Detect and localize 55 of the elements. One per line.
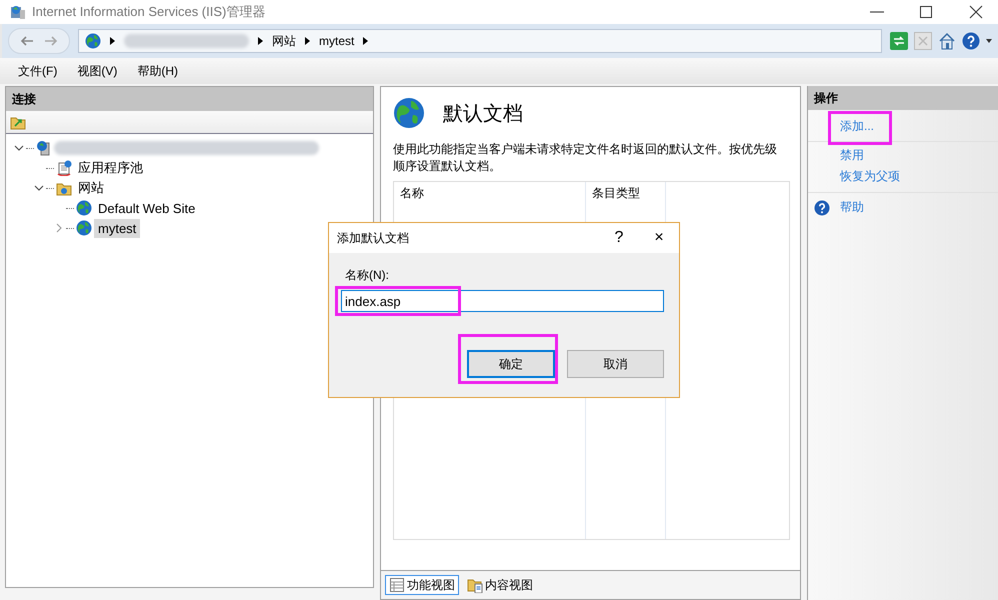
stop-icon (914, 32, 932, 50)
field-label: 名称(N): (345, 267, 390, 284)
caret-icon (109, 36, 116, 46)
caret-icon (304, 36, 311, 46)
globe-icon (76, 220, 92, 236)
breadcrumb-item[interactable]: mytest (319, 34, 354, 48)
dialog-button[interactable]: 取消 (567, 350, 664, 378)
column-header[interactable]: 条目类型 (586, 182, 666, 210)
tree-item[interactable]: mytest (94, 218, 140, 238)
panel-header: 操作 (808, 86, 998, 110)
menu-item[interactable]: 帮助(H) (137, 62, 178, 80)
collapsed-chevron-icon[interactable] (54, 223, 64, 233)
panel-header: 连接 (6, 87, 373, 111)
expanded-chevron-icon[interactable] (34, 183, 44, 193)
document-folder-icon (467, 577, 483, 593)
breadcrumb-item[interactable]: 网站 (272, 32, 296, 50)
action-link[interactable]: 添加... (840, 118, 874, 135)
view-tab[interactable]: 内容视图 (463, 575, 537, 595)
tree-item[interactable]: 网站 (74, 177, 108, 199)
dialog-button[interactable]: 确定 (467, 350, 555, 378)
action-link[interactable]: 帮助 (840, 199, 864, 216)
menu-item[interactable]: 文件(F) (18, 62, 58, 80)
refresh-icon (890, 32, 908, 50)
page-title: 默认文档 (443, 102, 523, 126)
menu-item[interactable]: 视图(V) (77, 62, 118, 80)
app-icon (10, 4, 26, 20)
view-tab[interactable]: 功能视图 (385, 575, 459, 595)
close-button[interactable]: × (639, 224, 679, 252)
expanded-chevron-icon[interactable] (14, 143, 24, 153)
dropdown-caret-icon (986, 39, 992, 43)
name-field[interactable]: index.asp (341, 290, 664, 312)
tree-item[interactable]: Default Web Site (94, 198, 200, 218)
server-icon (36, 140, 52, 156)
action-link[interactable]: 禁用 (840, 147, 864, 164)
grid-icon (389, 577, 405, 593)
minimize-icon (870, 11, 884, 13)
help-icon (962, 32, 980, 50)
help-button[interactable]: ? (599, 224, 639, 252)
close-icon (968, 4, 984, 20)
description-text: 使用此功能指定当客户端未请求特定文件名时返回的默认文件。按优先级顺序设置默认文档。 (393, 141, 778, 175)
caret-icon (257, 36, 264, 46)
globe-icon (76, 200, 92, 216)
action-link[interactable]: 恢复为父项 (840, 168, 900, 185)
home-icon (938, 32, 956, 50)
help-icon (814, 200, 830, 216)
window-title: Internet Information Services (IIS)管理器 (32, 3, 266, 21)
address-field[interactable]: 网站 mytest (78, 29, 882, 53)
globe-icon (85, 33, 101, 49)
globe-icon (393, 97, 425, 129)
app-pool-icon (56, 160, 72, 176)
dialog-title: 添加默认文档 (337, 230, 409, 246)
tree-item[interactable]: 应用程序池 (74, 157, 147, 179)
caret-icon (362, 36, 370, 46)
maximize-icon (918, 4, 934, 20)
column-header[interactable]: 名称 (394, 182, 586, 210)
